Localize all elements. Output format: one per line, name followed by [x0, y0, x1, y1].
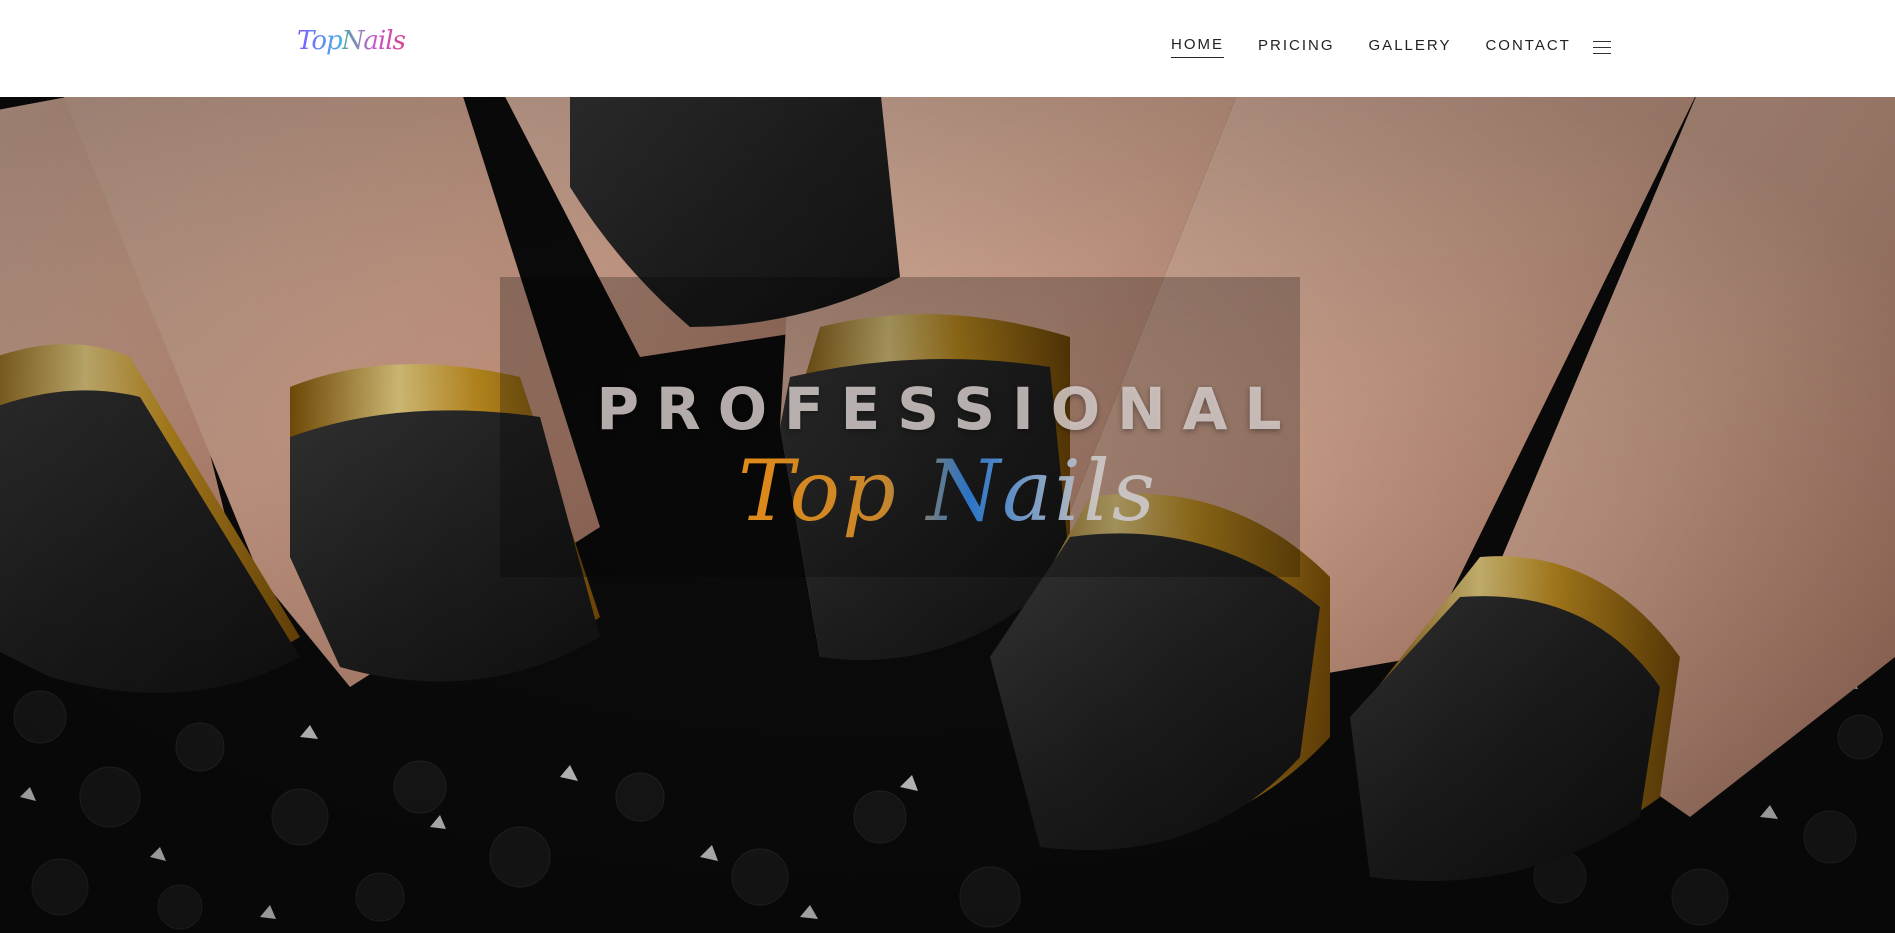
hero-title: PROFESSIONAL [596, 375, 1299, 443]
hamburger-icon[interactable] [1592, 40, 1611, 54]
nav-pricing[interactable]: PRICING [1258, 37, 1335, 58]
nav-home[interactable]: HOME [1171, 36, 1224, 58]
logo-text-top: Top [297, 26, 343, 56]
site-header: Top Nails HOME PRICING GALLERY CONTACT [0, 0, 1895, 97]
logo[interactable]: Top Nails [297, 26, 406, 66]
main-nav: HOME PRICING GALLERY CONTACT [1171, 36, 1611, 58]
nav-gallery[interactable]: GALLERY [1369, 37, 1452, 58]
hero-subtitle: Top Nails [0, 442, 1895, 540]
hero-subtitle-text: Top Nails [738, 442, 1157, 540]
nav-contact[interactable]: CONTACT [1485, 37, 1570, 58]
hero-section: PROFESSIONAL Top Nails [0, 97, 1895, 933]
logo-text-nails: Nails [341, 26, 406, 56]
